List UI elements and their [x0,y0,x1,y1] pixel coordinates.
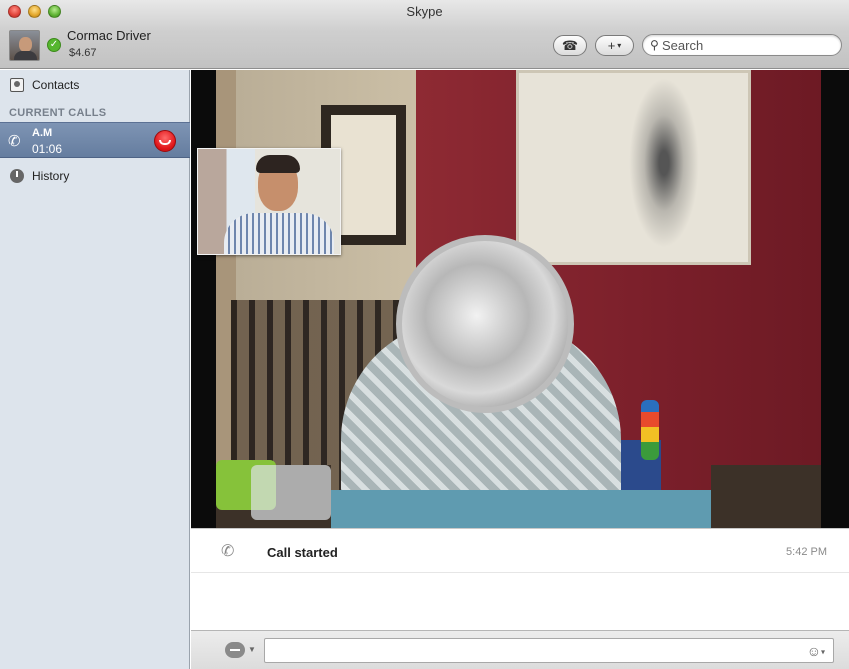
window-title: Skype [406,4,443,19]
sidebar: Contacts CURRENT CALLS ✆ A.M 01:06 Histo… [0,70,190,669]
current-call-row[interactable]: ✆ A.M 01:06 [0,122,190,158]
chat-bubble-icon[interactable] [225,642,245,658]
skype-window: Skype ✓ Cormac Driver $4.67 ☎ + ▾ ⚲ Cont… [0,0,849,669]
add-button[interactable]: + ▾ [595,35,634,56]
video-frame [191,70,849,528]
message-input[interactable] [265,639,795,662]
emoticon-button[interactable]: ☺▾ [807,643,825,660]
sidebar-item-label: History [32,169,70,183]
profile-avatar[interactable] [9,30,40,61]
chevron-down-icon: ▾ [617,41,622,50]
call-event-time: 5:42 PM [786,546,827,558]
phone-icon: ☎ [561,37,579,53]
message-composer: ▼ ☺▾ [191,630,849,669]
call-phones-button[interactable]: ☎ [553,35,587,56]
titlebar: Skype ✓ Cormac Driver $4.67 ☎ + ▾ ⚲ [0,0,849,69]
section-header-current-calls: CURRENT CALLS [9,107,107,119]
call-event-row: ✆ Call started 5:42 PM [191,529,849,573]
remote-video-feed[interactable] [191,70,849,528]
self-video-preview[interactable] [197,148,341,255]
sidebar-item-history[interactable]: History [0,165,190,187]
call-in-progress-icon: ✆ [8,133,21,150]
search-input[interactable] [662,37,837,53]
chevron-down-icon: ▾ [820,647,825,657]
call-duration: 01:06 [32,142,63,156]
search-icon: ⚲ [650,38,659,52]
hang-up-icon [159,139,171,145]
plus-icon: + [607,38,616,53]
chevron-down-icon[interactable]: ▼ [248,645,256,654]
call-contact-name: A.M [32,127,53,139]
hang-up-button[interactable] [154,130,176,152]
sidebar-item-label: Contacts [32,78,80,92]
clock-icon [10,169,24,183]
message-field[interactable]: ☺▾ [264,638,834,663]
smiley-icon: ☺ [806,643,821,659]
call-started-icon: ✆ [221,543,235,560]
sidebar-item-contacts[interactable]: Contacts [0,74,190,96]
skype-credit: $4.67 [69,47,97,59]
search-field[interactable]: ⚲ [642,34,842,56]
call-event-text: Call started [267,545,338,560]
profile-name[interactable]: Cormac Driver [67,28,151,43]
conversation-log: ✆ Call started 5:42 PM [191,528,849,630]
online-status-icon[interactable]: ✓ [47,38,61,52]
contacts-icon [10,78,24,92]
